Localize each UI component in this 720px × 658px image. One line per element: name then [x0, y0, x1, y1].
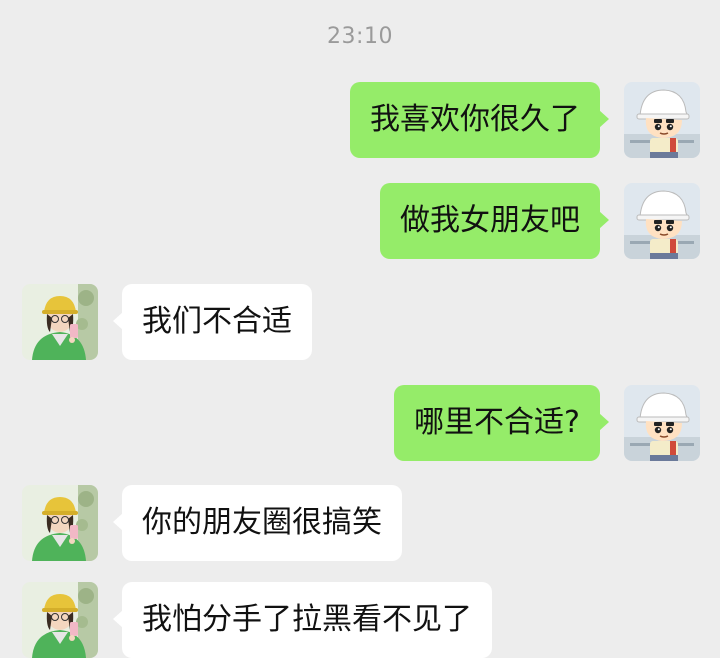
shinchan-avatar-icon[interactable] [624, 183, 700, 259]
my-message-bubble[interactable]: 我喜欢你很久了 [350, 82, 609, 158]
their-message-bubble[interactable]: 你的朋友圈很搞笑 [113, 485, 402, 561]
girl-green-jacket-avatar-icon[interactable] [22, 582, 98, 658]
my-message-bubble[interactable]: 哪里不合适? [394, 385, 609, 461]
my-message-bubble[interactable]: 做我女朋友吧 [380, 183, 609, 259]
girl-green-jacket-avatar-icon[interactable] [22, 485, 98, 561]
their-message-bubble[interactable]: 我们不合适 [113, 284, 312, 360]
girl-green-jacket-avatar-icon[interactable] [22, 284, 98, 360]
shinchan-avatar-icon[interactable] [624, 82, 700, 158]
chat-timestamp: 23:10 [327, 24, 393, 49]
shinchan-avatar-icon[interactable] [624, 385, 700, 461]
their-message-bubble[interactable]: 我怕分手了拉黑看不见了 [113, 582, 492, 658]
